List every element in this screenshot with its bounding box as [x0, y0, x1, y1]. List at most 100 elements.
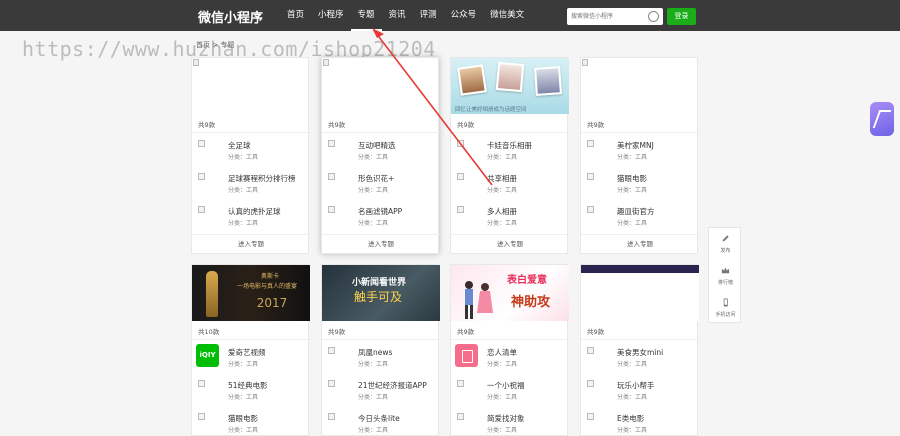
- topic-cover[interactable]: [581, 265, 699, 321]
- broken-image-icon: [328, 347, 335, 354]
- topic-cover[interactable]: [581, 58, 699, 114]
- topic-cover[interactable]: [322, 58, 440, 114]
- list-item[interactable]: 凤凰news 分类：工具: [322, 342, 440, 372]
- list-item[interactable]: 51经典电影 分类：工具: [192, 375, 310, 405]
- list-item[interactable]: 共享相册 分类：工具: [451, 168, 569, 198]
- app-name[interactable]: 猫眼电影: [617, 173, 647, 184]
- app-name[interactable]: 形色识花+: [358, 173, 394, 184]
- app-name[interactable]: 卡娃音乐相册: [487, 140, 532, 151]
- app-name[interactable]: 足球赛程积分排行榜: [228, 173, 296, 184]
- nav-miniprogram[interactable]: 小程序: [311, 0, 351, 31]
- topic-card[interactable]: 小新闻看世界 触手可及 共9款 凤凰news 分类：工具 21世纪经济报道APP 分…: [321, 264, 440, 436]
- nav-official-accounts[interactable]: 公众号: [444, 0, 484, 31]
- app-name[interactable]: 美柠家MNJ: [617, 140, 654, 151]
- list-item[interactable]: 一个小祝福 分类：工具: [451, 375, 569, 405]
- app-name[interactable]: 猫眼电影: [228, 413, 258, 424]
- list-item[interactable]: 足球赛程积分排行榜分类：工具: [192, 168, 310, 198]
- nav-articles[interactable]: 微信美文: [483, 0, 531, 31]
- app-name[interactable]: 玩乐小帮手: [617, 380, 655, 391]
- list-item[interactable]: 今日头条lite 分类：工具: [322, 408, 440, 436]
- list-item[interactable]: 全足球 分类：工具: [192, 135, 310, 165]
- topic-cover[interactable]: 奥斯卡 一场电影与真人的盛宴 2017: [192, 265, 310, 321]
- topic-card[interactable]: 共9款 互动吧精选 分类：工具 形色识花+ 分类：工具 名画滤镜APP 分类：工具 进…: [321, 57, 440, 254]
- enter-topic-link[interactable]: 进入专题: [451, 236, 569, 252]
- search-icon[interactable]: [648, 11, 659, 22]
- topic-card[interactable]: 共9款 美食男女mini 分类：工具 玩乐小帮手 分类：工具 E类电影 分类：工具: [580, 264, 699, 436]
- list-item[interactable]: 猫眼电影 分类：工具: [192, 408, 310, 436]
- app-name[interactable]: 21世纪经济报道APP: [358, 380, 427, 391]
- app-name[interactable]: 认真的虎扑足球: [228, 206, 281, 217]
- list-item[interactable]: 名画滤镜APP 分类：工具: [322, 201, 440, 231]
- enter-topic-link[interactable]: 进入专题: [581, 236, 699, 252]
- broken-image-icon: [198, 140, 205, 147]
- list-item[interactable]: 互动吧精选 分类：工具: [322, 135, 440, 165]
- broken-image-icon: [457, 173, 464, 180]
- app-category: 分类：工具: [228, 187, 259, 194]
- ranking-button[interactable]: 排行榜: [709, 260, 742, 292]
- broken-image-icon: [198, 413, 205, 420]
- list-item[interactable]: iQIY 爱奇艺视频分类：工具: [192, 342, 310, 372]
- search-input[interactable]: [571, 10, 645, 23]
- list-item[interactable]: 恋人清单 分类：工具: [451, 342, 569, 372]
- app-name[interactable]: 共享相册: [487, 173, 517, 184]
- enter-topic-link[interactable]: 进入专题: [192, 236, 310, 252]
- ranking-label: 排行榜: [717, 280, 733, 286]
- list-item[interactable]: E类电影 分类：工具: [581, 408, 699, 436]
- nav-home[interactable]: 首页: [280, 0, 311, 31]
- app-name[interactable]: 爱奇艺视频: [228, 347, 266, 358]
- topic-card[interactable]: 回忆让美好相册成为话题空间 共9款 卡娃音乐相册 分类：工具 共享相册 分类：工具 …: [450, 57, 569, 254]
- app-count: 共9款: [328, 121, 346, 129]
- photo-frame: [495, 61, 525, 93]
- enter-topic-link[interactable]: 进入专题: [322, 236, 440, 252]
- app-assistant-icon[interactable]: [870, 102, 894, 136]
- app-name[interactable]: 简爱找对象: [487, 413, 525, 424]
- app-name[interactable]: 51经典电影: [228, 380, 268, 391]
- list-item[interactable]: 多人相册 分类：工具: [451, 201, 569, 231]
- site-logo[interactable]: 微信小程序: [198, 7, 263, 26]
- list-item[interactable]: 形色识花+ 分类：工具: [322, 168, 440, 198]
- list-item[interactable]: 简爱找对象 分类：工具: [451, 408, 569, 436]
- list-item[interactable]: 卡娃音乐相册分类：工具: [451, 135, 569, 165]
- app-category: 分类：工具: [487, 154, 518, 161]
- topic-card[interactable]: 奥斯卡 一场电影与真人的盛宴 2017 共10款 iQIY 爱奇艺视频 分类：工具 …: [191, 264, 310, 436]
- nav-news[interactable]: 资讯: [382, 0, 413, 31]
- app-name[interactable]: 美食男女mini: [617, 347, 663, 358]
- topic-cover[interactable]: 表白爱意 神助攻: [451, 265, 569, 321]
- app-name[interactable]: 凤凰news: [358, 347, 392, 358]
- topic-card[interactable]: 共9款 全足球 分类：工具 足球赛程积分排行榜 分类：工具 认真的虎扑足球 分类：工具…: [191, 57, 310, 254]
- list-item[interactable]: 美柠家MNJ 分类：工具: [581, 135, 699, 165]
- topic-cover[interactable]: 回忆让美好相册成为话题空间: [451, 58, 569, 114]
- topic-card[interactable]: 表白爱意 神助攻 共9款 恋人清单 分类：工具 一个小祝福 分类：工具 简爱找对象分…: [450, 264, 569, 436]
- list-item[interactable]: 21世纪经济报道APP 分类：工具: [322, 375, 440, 405]
- login-button[interactable]: 登录: [667, 8, 696, 25]
- app-name[interactable]: 多人相册: [487, 206, 517, 217]
- list-item[interactable]: 玩乐小帮手 分类：工具: [581, 375, 699, 405]
- topic-card[interactable]: 共9款 美柠家MNJ 分类：工具 猫眼电影 分类：工具 趣皿街官方 分类：工具 进入专…: [580, 57, 699, 254]
- nav-topics[interactable]: 专题: [350, 0, 382, 31]
- topic-cover[interactable]: 小新闻看世界 触手可及: [322, 265, 440, 321]
- broken-image-icon: [328, 173, 335, 180]
- list-item[interactable]: 认真的虎扑足球 分类：工具: [192, 201, 310, 231]
- publish-button[interactable]: 发布: [709, 228, 742, 260]
- app-category: 分类：工具: [358, 187, 389, 194]
- topic-cover[interactable]: [192, 58, 310, 114]
- nav-reviews[interactable]: 评测: [413, 0, 444, 31]
- list-item[interactable]: 美食男女mini 分类：工具: [581, 342, 699, 372]
- list-item[interactable]: 猫眼电影 分类：工具: [581, 168, 699, 198]
- app-count: 共10款: [198, 328, 220, 336]
- list-icon[interactable]: [455, 344, 478, 367]
- app-category: 分类：工具: [228, 361, 259, 368]
- app-name[interactable]: 今日头条lite: [358, 413, 400, 424]
- app-name[interactable]: 恋人清单: [487, 347, 517, 358]
- app-name[interactable]: E类电影: [617, 413, 644, 424]
- app-name[interactable]: 名画滤镜APP: [358, 206, 402, 217]
- app-name[interactable]: 趣皿街官方: [617, 206, 655, 217]
- mobile-access-button[interactable]: 手机访问: [709, 292, 742, 324]
- list-item[interactable]: 趣皿街官方 分类：工具: [581, 201, 699, 231]
- pencil-icon: [722, 235, 729, 242]
- app-name[interactable]: 全足球: [228, 140, 251, 151]
- app-name[interactable]: 互动吧精选: [358, 140, 396, 151]
- divider: [322, 234, 440, 235]
- iqiyi-icon[interactable]: iQIY: [196, 344, 219, 367]
- app-name[interactable]: 一个小祝福: [487, 380, 525, 391]
